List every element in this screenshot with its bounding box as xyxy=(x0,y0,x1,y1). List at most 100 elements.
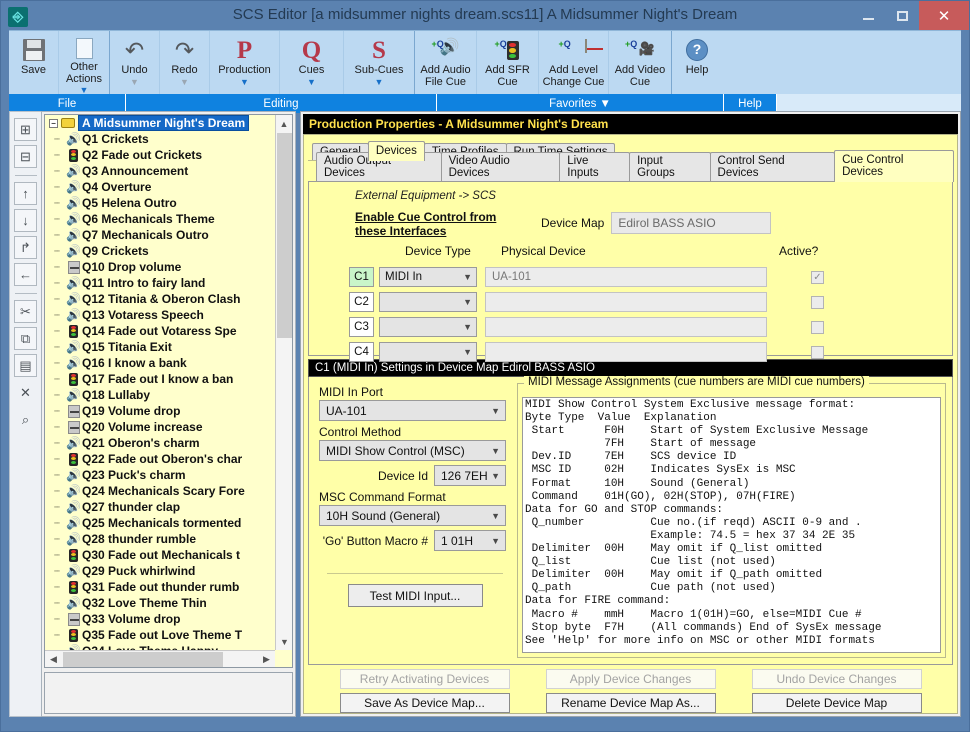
scroll-down-icon[interactable]: ▼ xyxy=(276,633,293,650)
tree-item[interactable]: ┈🔊Q13 Votaress Speech xyxy=(45,307,275,323)
tree-item[interactable]: ┈🔊Q5 Helena Outro xyxy=(45,195,275,211)
active-checkbox-c1[interactable]: ✓ xyxy=(811,271,824,284)
add-sfr-cue-button[interactable]: +Q Add SFRCue xyxy=(477,31,539,95)
channel-cell-c2[interactable]: C2 xyxy=(349,292,374,312)
tree-root-node[interactable]: −A Midsummer Night's Dream xyxy=(45,115,275,131)
tree-item[interactable]: ┈🔊Q15 Titania Exit xyxy=(45,339,275,355)
maximize-button[interactable] xyxy=(885,1,919,30)
test-midi-input-button[interactable]: Test MIDI Input... xyxy=(348,584,483,607)
minimize-button[interactable] xyxy=(851,1,885,30)
assignments-textbox[interactable]: MIDI Show Control System Exclusive messa… xyxy=(522,397,941,653)
add-level-change-cue-button[interactable]: +Q Add LevelChange Cue xyxy=(539,31,609,95)
tree-item[interactable]: ┈🔊Q12 Titania & Oberon Clash xyxy=(45,291,275,307)
tree-item[interactable]: ┈Q31 Fade out thunder rumb xyxy=(45,579,275,595)
copy-icon[interactable]: ⧉ xyxy=(14,327,37,350)
tab-cue-control-devices[interactable]: Cue Control Devices xyxy=(834,150,954,182)
production-button[interactable]: P Production ▼ xyxy=(210,31,280,95)
device-type-select-c1[interactable]: MIDI In▼ xyxy=(379,267,477,287)
save-as-device-map-button[interactable]: Save As Device Map... xyxy=(340,693,510,713)
paste-icon[interactable]: ▤ xyxy=(14,354,37,377)
chevron-down-icon[interactable]: ▼ xyxy=(130,78,139,87)
scroll-right-icon[interactable]: ▶ xyxy=(258,651,275,668)
go-button-macro-select[interactable]: 1 01H ▼ xyxy=(434,530,506,551)
tree-item[interactable]: ┈🔊Q28 thunder rumble xyxy=(45,531,275,547)
control-method-select[interactable]: MIDI Show Control (MSC) ▼ xyxy=(319,440,506,461)
scroll-thumb-vertical[interactable] xyxy=(277,133,292,338)
chevron-down-icon[interactable]: ▼ xyxy=(240,78,249,87)
tree-item[interactable]: ┈🔊Q3 Announcement xyxy=(45,163,275,179)
tree-item[interactable]: ┈🔊Q32 Love Theme Thin xyxy=(45,595,275,611)
save-button[interactable]: Save xyxy=(9,31,59,95)
tree-item[interactable]: ┈🔊Q21 Oberon's charm xyxy=(45,435,275,451)
expander-icon[interactable]: − xyxy=(49,119,58,128)
chevron-down-icon[interactable]: ▼ xyxy=(307,78,316,87)
close-button[interactable]: ✕ xyxy=(919,1,969,30)
device-type-select-c2[interactable]: ▼ xyxy=(379,292,477,312)
redo-button[interactable]: ↷ Redo ▼ xyxy=(160,31,210,95)
scroll-up-icon[interactable]: ▲ xyxy=(276,115,292,132)
tab-control-send-devices[interactable]: Control Send Devices xyxy=(710,152,836,182)
tree-item[interactable]: ┈Q30 Fade out Mechanicals t xyxy=(45,547,275,563)
delete-device-map-button[interactable]: Delete Device Map xyxy=(752,693,922,713)
undo-device-changes-button[interactable]: Undo Device Changes xyxy=(752,669,922,689)
tree-item[interactable]: ┈🔊Q4 Overture xyxy=(45,179,275,195)
chevron-down-icon[interactable]: ▼ xyxy=(180,78,189,87)
tree-item[interactable]: ┈🔊Q18 Lullaby xyxy=(45,387,275,403)
tree-item[interactable]: ┈Q20 Volume increase xyxy=(45,419,275,435)
channel-cell-c3[interactable]: C3 xyxy=(349,317,374,337)
tree-item[interactable]: ┈🔊Q23 Puck's charm xyxy=(45,467,275,483)
active-checkbox-c4[interactable] xyxy=(811,346,824,359)
add-audio-file-cue-button[interactable]: +Q🔊 Add AudioFile Cue xyxy=(415,31,477,95)
tree-item[interactable]: ┈🔊Q16 I know a bank xyxy=(45,355,275,371)
tree-item[interactable]: ┈🔊Q34 Love Theme Happy xyxy=(45,643,275,650)
tree-horizontal-scrollbar[interactable]: ◀ ▶ xyxy=(45,650,275,667)
tree-item[interactable]: ┈Q2 Fade out Crickets xyxy=(45,147,275,163)
add-sub-cue-icon[interactable]: ⊞ xyxy=(14,118,37,141)
cut-icon[interactable]: ✂ xyxy=(14,300,37,323)
undo-button[interactable]: ↶ Undo ▼ xyxy=(110,31,160,95)
cue-tree[interactable]: −A Midsummer Night's Dream┈🔊Q1 Crickets┈… xyxy=(44,114,293,668)
help-button[interactable]: ? Help xyxy=(672,31,722,95)
device-type-select-c4[interactable]: ▼ xyxy=(379,342,477,362)
tree-item[interactable]: ┈🔊Q27 thunder clap xyxy=(45,499,275,515)
scroll-thumb-horizontal[interactable] xyxy=(63,652,223,667)
tree-item[interactable]: ┈🔊Q6 Mechanicals Theme xyxy=(45,211,275,227)
tree-item[interactable]: ┈Q35 Fade out Love Theme T xyxy=(45,627,275,643)
tree-item[interactable]: ┈🔊Q7 Mechanicals Outro xyxy=(45,227,275,243)
device-id-select[interactable]: 126 7EH ▼ xyxy=(434,465,506,486)
active-checkbox-c3[interactable] xyxy=(811,321,824,334)
tree-item[interactable]: ┈Q17 Fade out I know a ban xyxy=(45,371,275,387)
msc-command-format-select[interactable]: 10H Sound (General) ▼ xyxy=(319,505,506,526)
device-type-select-c3[interactable]: ▼ xyxy=(379,317,477,337)
tab-devices[interactable]: Devices xyxy=(368,141,425,161)
tree-item[interactable]: ┈Q19 Volume drop xyxy=(45,403,275,419)
channel-cell-c4[interactable]: C4 xyxy=(349,342,374,362)
add-video-cue-button[interactable]: +Q 🎥 Add VideoCue xyxy=(609,31,671,95)
midi-in-port-select[interactable]: UA-101 ▼ xyxy=(319,400,506,421)
cues-button[interactable]: Q Cues ▼ xyxy=(280,31,344,95)
tree-vertical-scrollbar[interactable]: ▲ ▼ xyxy=(275,115,292,650)
sub-cues-button[interactable]: S Sub-Cues ▼ xyxy=(344,31,414,95)
delete-icon[interactable]: ✕ xyxy=(14,381,37,404)
tree-item[interactable]: ┈Q33 Volume drop xyxy=(45,611,275,627)
rename-device-map-button[interactable]: Rename Device Map As... xyxy=(546,693,716,713)
find-icon[interactable]: ⌕ xyxy=(14,408,37,431)
other-actions-button[interactable]: OtherActions ▼ xyxy=(59,31,109,95)
tree-item[interactable]: ┈Q22 Fade out Oberon's char xyxy=(45,451,275,467)
tree-item[interactable]: ┈🔊Q25 Mechanicals tormented xyxy=(45,515,275,531)
tab-input-groups[interactable]: Input Groups xyxy=(629,152,710,182)
tree-item[interactable]: ┈🔊Q29 Puck whirlwind xyxy=(45,563,275,579)
move-into-icon[interactable]: ↱ xyxy=(14,236,37,259)
tab-live-inputs[interactable]: Live Inputs xyxy=(559,152,630,182)
apply-device-changes-button[interactable]: Apply Device Changes xyxy=(546,669,716,689)
tree-item[interactable]: ┈Q14 Fade out Votaress Spe xyxy=(45,323,275,339)
remove-sub-cue-icon[interactable]: ⊟ xyxy=(14,145,37,168)
tree-item[interactable]: ┈🔊Q11 Intro to fairy land xyxy=(45,275,275,291)
tree-item[interactable]: ┈🔊Q9 Crickets xyxy=(45,243,275,259)
move-out-icon[interactable]: ← xyxy=(14,263,37,286)
tree-item[interactable]: ┈Q10 Drop volume xyxy=(45,259,275,275)
tab-video-audio-devices[interactable]: Video Audio Devices xyxy=(441,152,561,182)
scroll-left-icon[interactable]: ◀ xyxy=(45,651,62,668)
move-up-icon[interactable]: ↑ xyxy=(14,182,37,205)
retry-activating-devices-button[interactable]: Retry Activating Devices xyxy=(340,669,510,689)
